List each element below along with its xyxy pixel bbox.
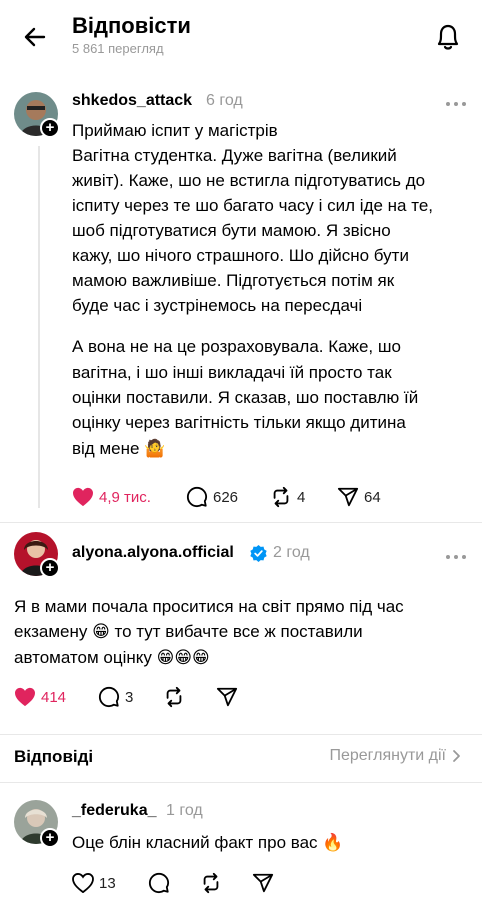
comment-icon [98,686,120,708]
post-text-line: А вона не на це розраховувала. Каже, шо [72,337,401,356]
reply-time: 2 год [273,544,310,561]
more-options-icon[interactable] [444,96,468,106]
replies-header: Відповіді Переглянути дії [0,737,482,777]
repost-icon [203,872,219,894]
post-username[interactable]: shkedos_attack [72,92,192,110]
post-text-line: від мене 🤷 [72,439,166,458]
post-text-line: буде час і зустрінемось на пересдачі [72,296,363,315]
view-activity-link[interactable]: Переглянути дії [329,747,462,765]
reply-post: + alyona.alyona.official 2 год Я в мами … [0,522,482,732]
repost-button[interactable] [163,685,185,709]
send-icon [337,487,359,507]
reply-post: + _federuka_ 1 год Оце блін класний факт… [0,782,482,908]
repost-button[interactable] [200,871,222,895]
thread-line [38,146,40,508]
comment-button[interactable]: 3 [98,685,133,709]
comment-button[interactable]: 626 [186,485,238,509]
reply-text-line: Оце блін класний факт про вас 🔥 [72,833,344,852]
post-text-line: оцінки поставили. Я сказав, шо поставлю … [72,388,419,407]
follow-plus-icon[interactable]: + [40,558,60,578]
comment-count: 3 [125,688,134,706]
reply-text-line: Я в мами почала проситися на світ прямо … [14,597,404,616]
like-button[interactable]: 4,9 тис. [72,485,151,509]
reply-actions: 13 [72,871,292,895]
post-text-line: оцінку через вагітність тільки якщо дити… [72,413,406,432]
replies-label: Відповіді [14,747,94,766]
divider [0,734,482,735]
verified-badge-icon [249,544,268,563]
like-button[interactable]: 13 [72,871,116,895]
reply-username[interactable]: _federuka_ [72,802,157,820]
post-actions: 4,9 тис. 626 4 64 [72,485,432,509]
comment-icon [148,872,170,894]
heart-outline-icon [72,873,94,893]
more-options-icon[interactable] [444,549,468,559]
repost-icon [273,486,289,508]
post-time: 6 год [206,92,243,109]
repost-count: 4 [297,488,306,506]
post-text-line: живіт). Каже, шо не встигла підготуватис… [72,171,426,190]
heart-filled-icon [73,487,93,507]
main-post: + shkedos_attack 6 год Приймаю іспит у м… [0,0,482,520]
reply-actions: 414 3 [14,685,254,709]
like-count: 414 [41,688,67,706]
view-activity-label: Переглянути дії [329,747,446,764]
heart-filled-icon [15,687,35,707]
reply-text-line: екзамену 😁 то тут вибачте все ж поставил… [14,622,363,641]
like-count: 13 [99,874,116,892]
follow-plus-icon[interactable]: + [40,828,60,848]
post-text-line: мамою важливіше. Підготується потім як [72,271,395,290]
reply-text-line: автоматом оцінку 😁😁😁 [14,648,210,667]
like-button[interactable]: 414 [14,685,66,709]
post-text-line: Приймаю іспит у магістрів [72,121,278,140]
post-text-line: вагітна, і шо інші викладачі їй просто т… [72,363,392,382]
comment-count: 626 [213,488,239,506]
post-text-line: іспиту через те шо багато часу і сил іде… [72,196,434,215]
reply-time: 1 год [166,802,203,819]
post-text-line: шоб підготуватися бути мамою. Я звісно [72,221,391,240]
comment-button[interactable] [148,871,170,895]
reply-username[interactable]: alyona.alyona.official [72,544,234,562]
send-icon [216,687,238,707]
share-button[interactable] [252,871,274,895]
share-count: 64 [364,488,381,506]
post-text-line: Вагітна студентка. Дуже вагітна (великий [72,146,397,165]
post-text-line: кажу, шо нічого страшного. Шо дійсно бут… [72,246,409,265]
share-button[interactable]: 64 [337,485,381,509]
chevron-right-icon [453,750,460,762]
like-count: 4,9 тис. [99,488,151,506]
share-button[interactable] [216,685,238,709]
follow-plus-icon[interactable]: + [40,118,60,138]
send-icon [252,873,274,893]
repost-button[interactable]: 4 [270,485,305,509]
comment-icon [186,486,208,508]
repost-icon [166,686,182,708]
